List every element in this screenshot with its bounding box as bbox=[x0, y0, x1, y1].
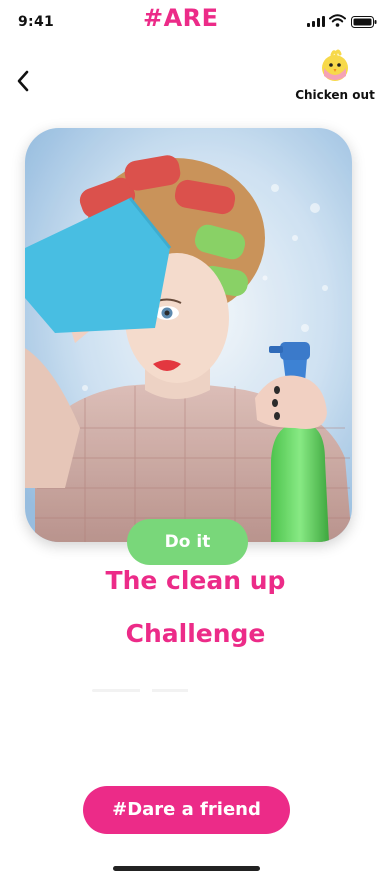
do-it-button[interactable]: Do it bbox=[127, 519, 248, 565]
challenge-image-card bbox=[25, 128, 352, 542]
chicken-out-label: Chicken out bbox=[295, 88, 375, 102]
app-logo: #ARE bbox=[143, 4, 219, 32]
battery-icon bbox=[351, 16, 377, 28]
cellular-signal-icon bbox=[307, 16, 325, 27]
back-button[interactable] bbox=[8, 64, 38, 98]
status-icons bbox=[307, 14, 377, 28]
chevron-left-icon bbox=[17, 70, 29, 92]
dare-a-friend-button[interactable]: #Dare a friend bbox=[83, 786, 290, 834]
wifi-icon bbox=[329, 14, 346, 27]
home-indicator bbox=[113, 866, 260, 871]
status-bar: 9:41 #ARE bbox=[0, 0, 391, 44]
challenge-photo bbox=[25, 128, 352, 542]
faint-divider bbox=[92, 689, 212, 692]
challenge-title-line1: The clean up bbox=[105, 566, 286, 595]
challenge-title-line2: Challenge bbox=[125, 619, 266, 648]
chicken-out-button[interactable]: Chicken out bbox=[289, 46, 381, 108]
status-time: 9:41 bbox=[18, 14, 55, 30]
chicken-icon bbox=[322, 49, 348, 81]
